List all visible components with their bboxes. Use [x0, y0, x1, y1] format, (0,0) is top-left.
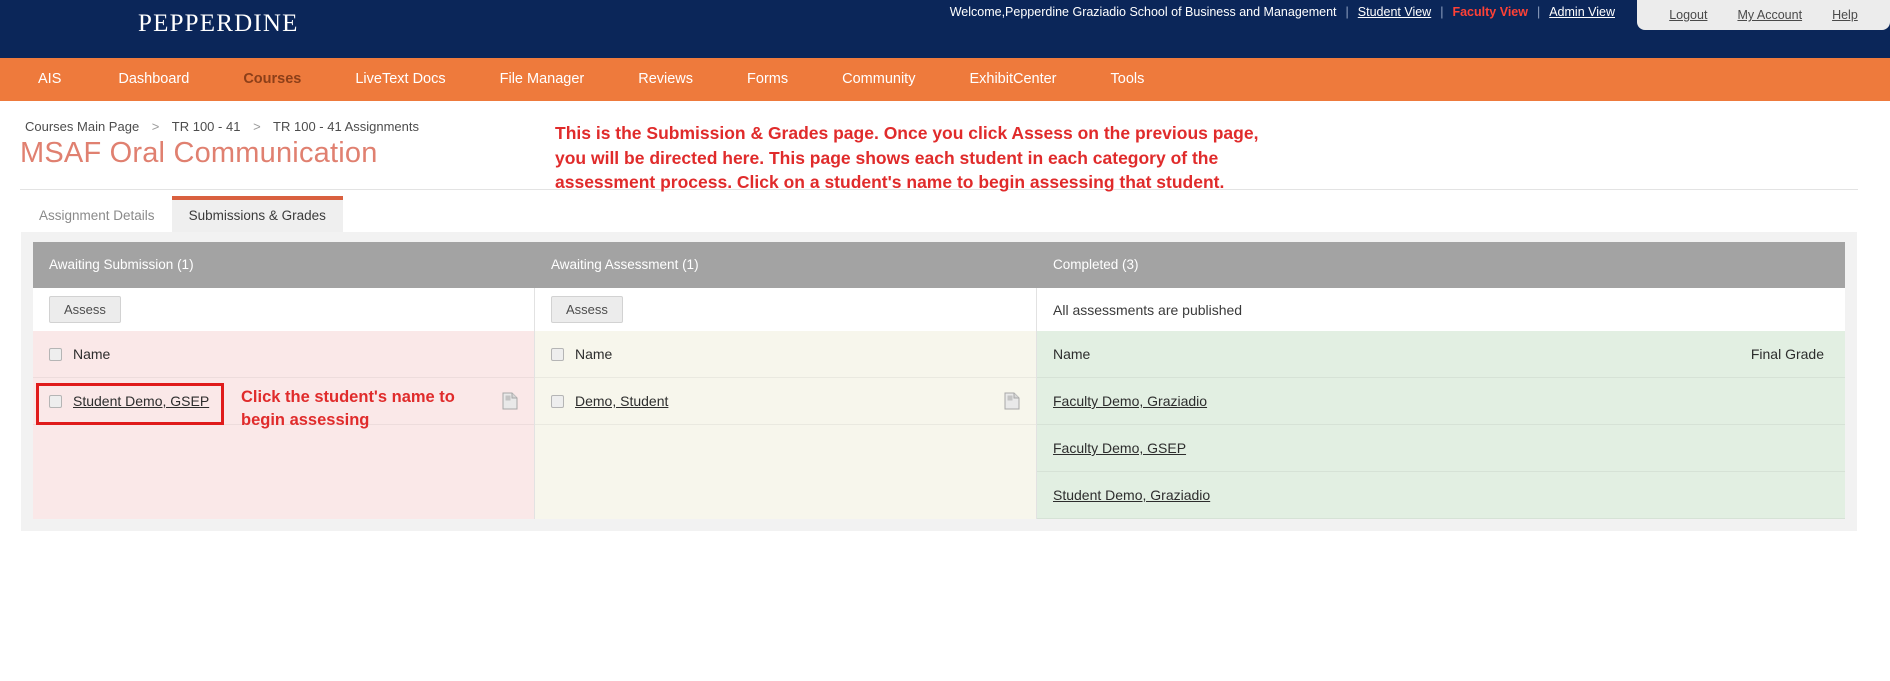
- name-column-header: Name: [575, 346, 612, 362]
- nav-item-community[interactable]: Community: [815, 58, 942, 101]
- table-row[interactable]: Demo, Student: [535, 378, 1036, 425]
- annotation-main-text: This is the Submission & Grades page. On…: [555, 121, 1275, 195]
- separator-1: |: [1346, 5, 1349, 19]
- document-icon[interactable]: [1004, 392, 1020, 410]
- top-bar: PEPPERDINE Welcome,Pepperdine Graziadio …: [0, 0, 1890, 58]
- row-checkbox[interactable]: [551, 395, 564, 408]
- help-link[interactable]: Help: [1832, 8, 1858, 22]
- nav-item-exhibitcenter[interactable]: ExhibitCenter: [942, 58, 1083, 101]
- breadcrumb: Courses Main Page > TR 100 - 41 > TR 100…: [25, 119, 419, 134]
- my-account-link[interactable]: My Account: [1737, 8, 1802, 22]
- awaiting-submission-name-header-row: Name: [33, 331, 534, 378]
- student-view-link[interactable]: Student View: [1358, 5, 1431, 19]
- logout-link[interactable]: Logout: [1669, 8, 1707, 22]
- main-navigation: AIS Dashboard Courses LiveText Docs File…: [0, 58, 1890, 101]
- column-header-completed: Completed (3): [1037, 242, 1845, 288]
- final-grade-column-header: Final Grade: [1751, 346, 1829, 362]
- welcome-text: Welcome,Pepperdine Graziadio School of B…: [950, 5, 1337, 19]
- name-column-header: Name: [73, 346, 110, 362]
- utility-menu: Logout My Account Help: [1637, 0, 1890, 30]
- nav-item-livetext-docs[interactable]: LiveText Docs: [328, 58, 472, 101]
- student-name-link[interactable]: Demo, Student: [575, 393, 668, 409]
- board-header-row: Awaiting Submission (1) Awaiting Assessm…: [33, 242, 1845, 288]
- student-name-link[interactable]: Student Demo, Graziadio: [1053, 487, 1210, 503]
- table-row[interactable]: Faculty Demo, GSEP: [1037, 425, 1845, 472]
- tab-assignment-details[interactable]: Assignment Details: [22, 198, 172, 234]
- name-column-header: Name: [1053, 346, 1090, 362]
- table-row[interactable]: Faculty Demo, Graziadio: [1037, 378, 1845, 425]
- column-completed: All assessments are published Name Final…: [1037, 288, 1845, 519]
- student-name-link[interactable]: Faculty Demo, Graziadio: [1053, 393, 1207, 409]
- breadcrumb-item-2[interactable]: TR 100 - 41 Assignments: [273, 119, 419, 134]
- page-title: MSAF Oral Communication: [20, 137, 378, 170]
- completed-status-cell: All assessments are published: [1037, 288, 1845, 331]
- student-name-link[interactable]: Student Demo, GSEP: [73, 393, 209, 409]
- assess-button-awaiting-submission[interactable]: Assess: [49, 296, 121, 323]
- breadcrumb-arrow-icon-1: >: [253, 119, 261, 134]
- tab-submissions-and-grades[interactable]: Submissions & Grades: [172, 196, 343, 234]
- nav-item-forms[interactable]: Forms: [720, 58, 815, 101]
- breadcrumb-item-0[interactable]: Courses Main Page: [25, 119, 139, 134]
- admin-view-link[interactable]: Admin View: [1549, 5, 1615, 19]
- table-row[interactable]: Student Demo, Graziadio: [1037, 472, 1845, 519]
- student-name-link[interactable]: Faculty Demo, GSEP: [1053, 440, 1186, 456]
- nav-item-ais[interactable]: AIS: [38, 58, 91, 101]
- assess-button-awaiting-assessment[interactable]: Assess: [551, 296, 623, 323]
- nav-item-dashboard[interactable]: Dashboard: [91, 58, 216, 101]
- faculty-view-link[interactable]: Faculty View: [1452, 5, 1528, 19]
- empty-row: [33, 472, 534, 519]
- awaiting-submission-action-cell: Assess: [33, 288, 534, 331]
- column-header-awaiting-submission: Awaiting Submission (1): [33, 242, 535, 288]
- empty-row: [535, 425, 1036, 472]
- separator-2: |: [1440, 5, 1443, 19]
- column-header-awaiting-assessment: Awaiting Assessment (1): [535, 242, 1037, 288]
- empty-row: [535, 472, 1036, 519]
- document-icon[interactable]: [502, 392, 518, 410]
- select-all-checkbox-awaiting-assessment[interactable]: [551, 348, 564, 361]
- submissions-board: Awaiting Submission (1) Awaiting Assessm…: [21, 232, 1857, 531]
- welcome-area: Welcome,Pepperdine Graziadio School of B…: [950, 5, 1615, 19]
- nav-item-courses[interactable]: Courses: [216, 58, 328, 101]
- completed-name-header-row: Name Final Grade: [1037, 331, 1845, 378]
- column-awaiting-assessment: Assess Name Demo, Student: [535, 288, 1037, 519]
- breadcrumb-item-1[interactable]: TR 100 - 41: [172, 119, 241, 134]
- published-status-text: All assessments are published: [1053, 302, 1242, 318]
- awaiting-assessment-name-header-row: Name: [535, 331, 1036, 378]
- nav-item-tools[interactable]: Tools: [1084, 58, 1172, 101]
- annotation-click-name-text: Click the student's name to begin assess…: [241, 386, 491, 432]
- pepperdine-logo: PEPPERDINE: [138, 10, 299, 38]
- tab-bar: Assignment Details Submissions & Grades: [22, 196, 343, 234]
- breadcrumb-arrow-icon-0: >: [152, 119, 160, 134]
- separator-3: |: [1537, 5, 1540, 19]
- nav-item-file-manager[interactable]: File Manager: [473, 58, 612, 101]
- row-checkbox[interactable]: [49, 395, 62, 408]
- nav-item-reviews[interactable]: Reviews: [611, 58, 720, 101]
- awaiting-assessment-action-cell: Assess: [535, 288, 1036, 331]
- select-all-checkbox-awaiting-submission[interactable]: [49, 348, 62, 361]
- empty-row: [33, 425, 534, 472]
